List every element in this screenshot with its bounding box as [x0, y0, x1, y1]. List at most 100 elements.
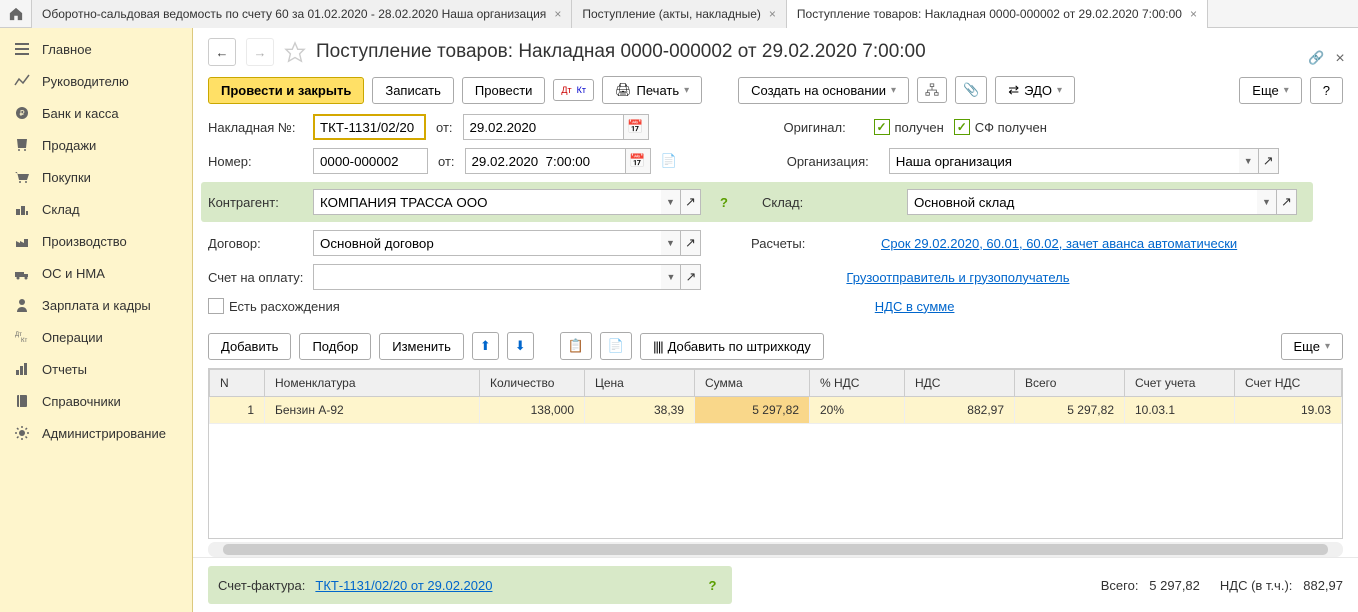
cell-vat[interactable]: 882,97 — [905, 397, 1015, 424]
sidebar-item-warehouse[interactable]: Склад — [0, 193, 192, 225]
close-icon[interactable]: × — [769, 7, 776, 21]
col-nomenclature[interactable]: Номенклатура — [265, 370, 480, 397]
cell-price[interactable]: 38,39 — [585, 397, 695, 424]
move-down-button[interactable]: ⬇ — [507, 332, 534, 360]
sidebar-item-production[interactable]: Производство — [0, 225, 192, 257]
add-button[interactable]: Добавить — [208, 333, 291, 360]
table-more-button[interactable]: Еще — [1281, 333, 1343, 360]
back-button[interactable]: ← — [208, 38, 236, 66]
dropdown-icon[interactable]: ▼ — [661, 230, 681, 256]
sidebar-item-reports[interactable]: Отчеты — [0, 353, 192, 385]
scroll-thumb[interactable] — [223, 544, 1328, 555]
sidebar-item-operations[interactable]: ДтКтОперации — [0, 321, 192, 353]
copy-button[interactable]: 📋 — [560, 332, 592, 360]
dropdown-icon[interactable]: ▼ — [661, 189, 681, 215]
sidebar-item-admin[interactable]: Администрирование — [0, 417, 192, 449]
shipper-link[interactable]: Грузоотправитель и грузополучатель — [846, 270, 1069, 285]
calendar-icon[interactable]: 📅 — [625, 148, 651, 174]
post-close-button[interactable]: Провести и закрыть — [208, 77, 364, 104]
sf-link[interactable]: ТКТ-1131/02/20 от 29.02.2020 — [315, 578, 492, 593]
more-button[interactable]: Еще — [1239, 77, 1301, 104]
help-icon[interactable]: ? — [714, 189, 734, 215]
open-icon[interactable]: ↗ — [681, 230, 701, 256]
sidebar-item-bank[interactable]: ₽Банк и касса — [0, 97, 192, 129]
sidebar-item-payroll[interactable]: Зарплата и кадры — [0, 289, 192, 321]
dropdown-icon[interactable]: ▼ — [1257, 189, 1277, 215]
open-icon[interactable]: ↗ — [1259, 148, 1279, 174]
close-icon[interactable]: × — [1190, 7, 1197, 21]
post-button[interactable]: Провести — [462, 77, 546, 104]
received-checkbox[interactable]: ✓ — [874, 119, 890, 135]
structure-button[interactable] — [917, 77, 947, 103]
table-row[interactable]: 1 Бензин А-92 138,000 38,39 5 297,82 20%… — [210, 397, 1342, 424]
open-icon[interactable]: ↗ — [681, 189, 701, 215]
col-qty[interactable]: Количество — [480, 370, 585, 397]
sidebar-item-purchases[interactable]: Покупки — [0, 161, 192, 193]
tab-1[interactable]: Поступление (акты, накладные) × — [572, 0, 787, 28]
cell-n[interactable]: 1 — [210, 397, 265, 424]
move-up-button[interactable]: ⬆ — [472, 332, 499, 360]
dtkt-button[interactable]: ДтКт — [553, 79, 594, 101]
forward-button[interactable]: → — [246, 38, 274, 66]
close-panel-icon[interactable]: × — [1330, 50, 1350, 68]
cell-nomenclature[interactable]: Бензин А-92 — [265, 397, 480, 424]
calc-link[interactable]: Срок 29.02.2020, 60.01, 60.02, зачет ава… — [881, 236, 1237, 251]
number-date-input[interactable] — [465, 148, 625, 174]
number-input[interactable] — [313, 148, 428, 174]
col-n[interactable]: N — [210, 370, 265, 397]
attach-button[interactable]: 📎 — [955, 76, 987, 104]
cell-total[interactable]: 5 297,82 — [1015, 397, 1125, 424]
col-sum[interactable]: Сумма — [695, 370, 810, 397]
edo-button[interactable]: ⇄ ЭДО — [995, 76, 1075, 104]
vat-link[interactable]: НДС в сумме — [875, 299, 955, 314]
tab-2[interactable]: Поступление товаров: Накладная 0000-0000… — [787, 0, 1208, 28]
link-icon[interactable]: 🔗 — [1308, 50, 1326, 66]
favorite-icon[interactable] — [284, 41, 306, 63]
calendar-icon[interactable]: 📅 — [623, 114, 649, 140]
col-vat-account[interactable]: Счет НДС — [1235, 370, 1342, 397]
tab-0[interactable]: Оборотно-сальдовая ведомость по счету 60… — [32, 0, 572, 28]
cell-vat-account[interactable]: 19.03 — [1235, 397, 1342, 424]
cell-account[interactable]: 10.03.1 — [1125, 397, 1235, 424]
col-total[interactable]: Всего — [1015, 370, 1125, 397]
open-icon[interactable]: ↗ — [681, 264, 701, 290]
payment-invoice-select[interactable] — [313, 264, 661, 290]
sf-received-checkbox[interactable]: ✓ — [954, 119, 970, 135]
home-tab[interactable] — [0, 0, 32, 28]
print-button[interactable]: 🖨 Печать — [602, 76, 702, 104]
sidebar-item-assets[interactable]: ОС и НМА — [0, 257, 192, 289]
help-button[interactable]: ? — [1310, 77, 1343, 104]
sidebar-item-main[interactable]: Главное — [0, 33, 192, 65]
create-based-button[interactable]: Создать на основании — [738, 77, 909, 104]
col-account[interactable]: Счет учета — [1125, 370, 1235, 397]
cell-qty[interactable]: 138,000 — [480, 397, 585, 424]
paste-button[interactable]: 📄 — [600, 332, 632, 360]
new-icon[interactable]: 📄 — [661, 153, 677, 169]
pick-button[interactable]: Подбор — [299, 333, 371, 360]
contractor-select[interactable] — [313, 189, 661, 215]
items-table[interactable]: N Номенклатура Количество Цена Сумма % Н… — [208, 368, 1343, 539]
barcode-button[interactable]: |||| Добавить по штрихкоду — [640, 333, 824, 360]
col-vat-pct[interactable]: % НДС — [810, 370, 905, 397]
open-icon[interactable]: ↗ — [1277, 189, 1297, 215]
org-select[interactable] — [889, 148, 1239, 174]
dropdown-icon[interactable]: ▼ — [661, 264, 681, 290]
invoice-no-input[interactable] — [313, 114, 426, 140]
sidebar-item-manager[interactable]: Руководителю — [0, 65, 192, 97]
col-price[interactable]: Цена — [585, 370, 695, 397]
cell-vat-pct[interactable]: 20% — [810, 397, 905, 424]
save-button[interactable]: Записать — [372, 77, 454, 104]
discrepancy-checkbox[interactable] — [208, 298, 224, 314]
warehouse-select[interactable] — [907, 189, 1257, 215]
cell-sum[interactable]: 5 297,82 — [695, 397, 810, 424]
edit-button[interactable]: Изменить — [379, 333, 464, 360]
help-icon[interactable]: ? — [702, 572, 722, 598]
col-vat[interactable]: НДС — [905, 370, 1015, 397]
sidebar-item-sales[interactable]: Продажи — [0, 129, 192, 161]
contract-select[interactable] — [313, 230, 661, 256]
sidebar-item-refs[interactable]: Справочники — [0, 385, 192, 417]
close-icon[interactable]: × — [554, 7, 561, 21]
horizontal-scrollbar[interactable] — [208, 542, 1343, 557]
dropdown-icon[interactable]: ▼ — [1239, 148, 1259, 174]
invoice-date-input[interactable] — [463, 114, 623, 140]
